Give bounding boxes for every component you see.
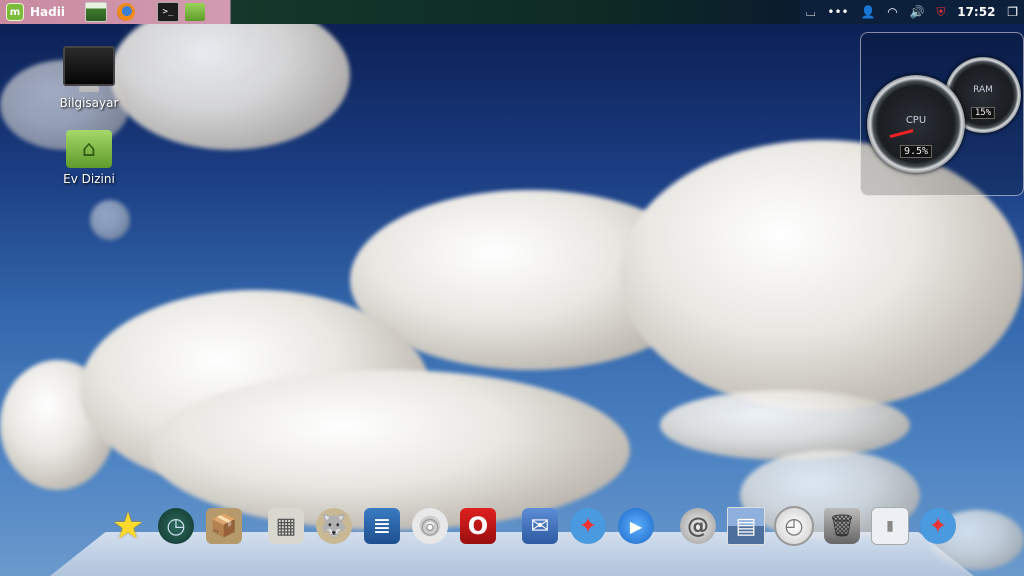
main-menu-label: Hadii	[30, 5, 65, 19]
cpu-gauge-label: CPU	[905, 115, 927, 126]
address-book-icon: @	[680, 508, 716, 544]
update-shield-icon[interactable]: ⛨	[936, 5, 945, 20]
safari-compass-icon: ✦	[570, 508, 606, 544]
overflow-dots-icon[interactable]: •••	[827, 5, 848, 19]
system-tray: ⌴ ••• 👤 ◠ 🔊 ⛨ 17:52 ❐	[800, 0, 1024, 24]
ram-gauge-label: RAM	[973, 85, 993, 95]
dock-item-trash[interactable]: 🗑	[822, 506, 862, 546]
desktop-icon-label: Bilgisayar	[59, 96, 119, 110]
switch-toggle-icon: ▮	[871, 507, 909, 545]
computer-icon	[63, 46, 115, 92]
home-folder-icon: ⌂	[66, 130, 112, 168]
top-panel: m Hadii >_ ⌴ ••• 👤 ◠ 🔊 ⛨ 17:52 ❐	[0, 0, 1024, 24]
mint-logo-icon: m	[6, 3, 24, 21]
dock-item-text-editor[interactable]: ≣	[362, 506, 402, 546]
dock-item-address-book[interactable]: @	[678, 506, 718, 546]
installer-box-icon: 📦	[206, 508, 242, 544]
calculator-icon: ▦	[268, 508, 304, 544]
window-switcher-icon[interactable]: ❐	[1007, 5, 1018, 19]
ram-gauge-value: 15%	[970, 107, 996, 119]
mail-stamp-icon: ✉	[522, 508, 558, 544]
volume-icon[interactable]: 🔊	[910, 5, 925, 19]
opera-browser-icon: O	[460, 508, 496, 544]
firefox-icon[interactable]	[116, 3, 135, 21]
dock-item-desktop-switcher[interactable]: ▤	[726, 506, 766, 546]
dock: ★ ◷ 📦 ▦ 🐺 ≣ ◎ O ✉ ✦ ▶ @ ▤ ◴ 🗑 ▮ ✦	[108, 505, 966, 547]
gimp-icon: 🐺	[316, 508, 352, 544]
file-manager-folder-icon[interactable]	[184, 3, 205, 21]
dock-item-installer[interactable]: 📦	[204, 506, 244, 546]
dock-item-safari[interactable]: ✦	[568, 506, 608, 546]
desktop-icon-computer[interactable]: Bilgisayar	[44, 46, 134, 110]
safari-compass-icon-2: ✦	[920, 508, 956, 544]
trash-icon: 🗑	[824, 508, 860, 544]
main-menu-button[interactable]: m Hadii	[0, 0, 71, 24]
system-monitor-widget[interactable]: RAM 15% CPU 9.5%	[860, 32, 1024, 196]
text-editor-icon: ≣	[364, 508, 400, 544]
cpu-gauge-needle	[889, 129, 914, 139]
clock-widget-icon: ◴	[774, 506, 814, 546]
dock-item-mail[interactable]: ✉	[520, 506, 560, 546]
dock-item-video-chat[interactable]: ▶	[616, 506, 656, 546]
user-icon[interactable]: 👤	[860, 5, 875, 19]
dock-item-favorites[interactable]: ★	[108, 505, 148, 547]
video-chat-icon: ▶	[618, 508, 654, 544]
dock-item-gimp[interactable]: 🐺	[314, 506, 354, 546]
clock[interactable]: 17:52	[957, 5, 995, 19]
dock-item-calculator[interactable]: ▦	[266, 506, 306, 546]
dock-item-clock[interactable]: ◴	[774, 506, 814, 546]
dock-item-safari-2[interactable]: ✦	[918, 506, 958, 546]
dock-item-cd-dvd[interactable]: ◎	[410, 506, 450, 546]
terminal-icon[interactable]: >_	[156, 2, 179, 22]
time-machine-icon: ◷	[158, 508, 194, 544]
desktop-icon-home[interactable]: ⌂ Ev Dizini	[44, 130, 134, 186]
dock-item-time-machine[interactable]: ◷	[156, 506, 196, 546]
desktop-icon-label: Ev Dizini	[63, 172, 115, 186]
cd-dvd-icon: ◎	[412, 508, 448, 544]
show-desktop-icon[interactable]	[84, 2, 107, 22]
dock-item-opera[interactable]: O	[458, 506, 498, 546]
keyboard-indicator-icon[interactable]: ⌴	[806, 5, 816, 20]
cpu-gauge: CPU 9.5%	[867, 75, 965, 173]
dock-item-switch[interactable]: ▮	[870, 506, 910, 546]
cpu-gauge-value: 9.5%	[899, 145, 933, 158]
desktop-switcher-icon: ▤	[727, 507, 765, 545]
wifi-icon[interactable]: ◠	[887, 5, 897, 19]
favorites-star-icon: ★	[111, 505, 145, 547]
